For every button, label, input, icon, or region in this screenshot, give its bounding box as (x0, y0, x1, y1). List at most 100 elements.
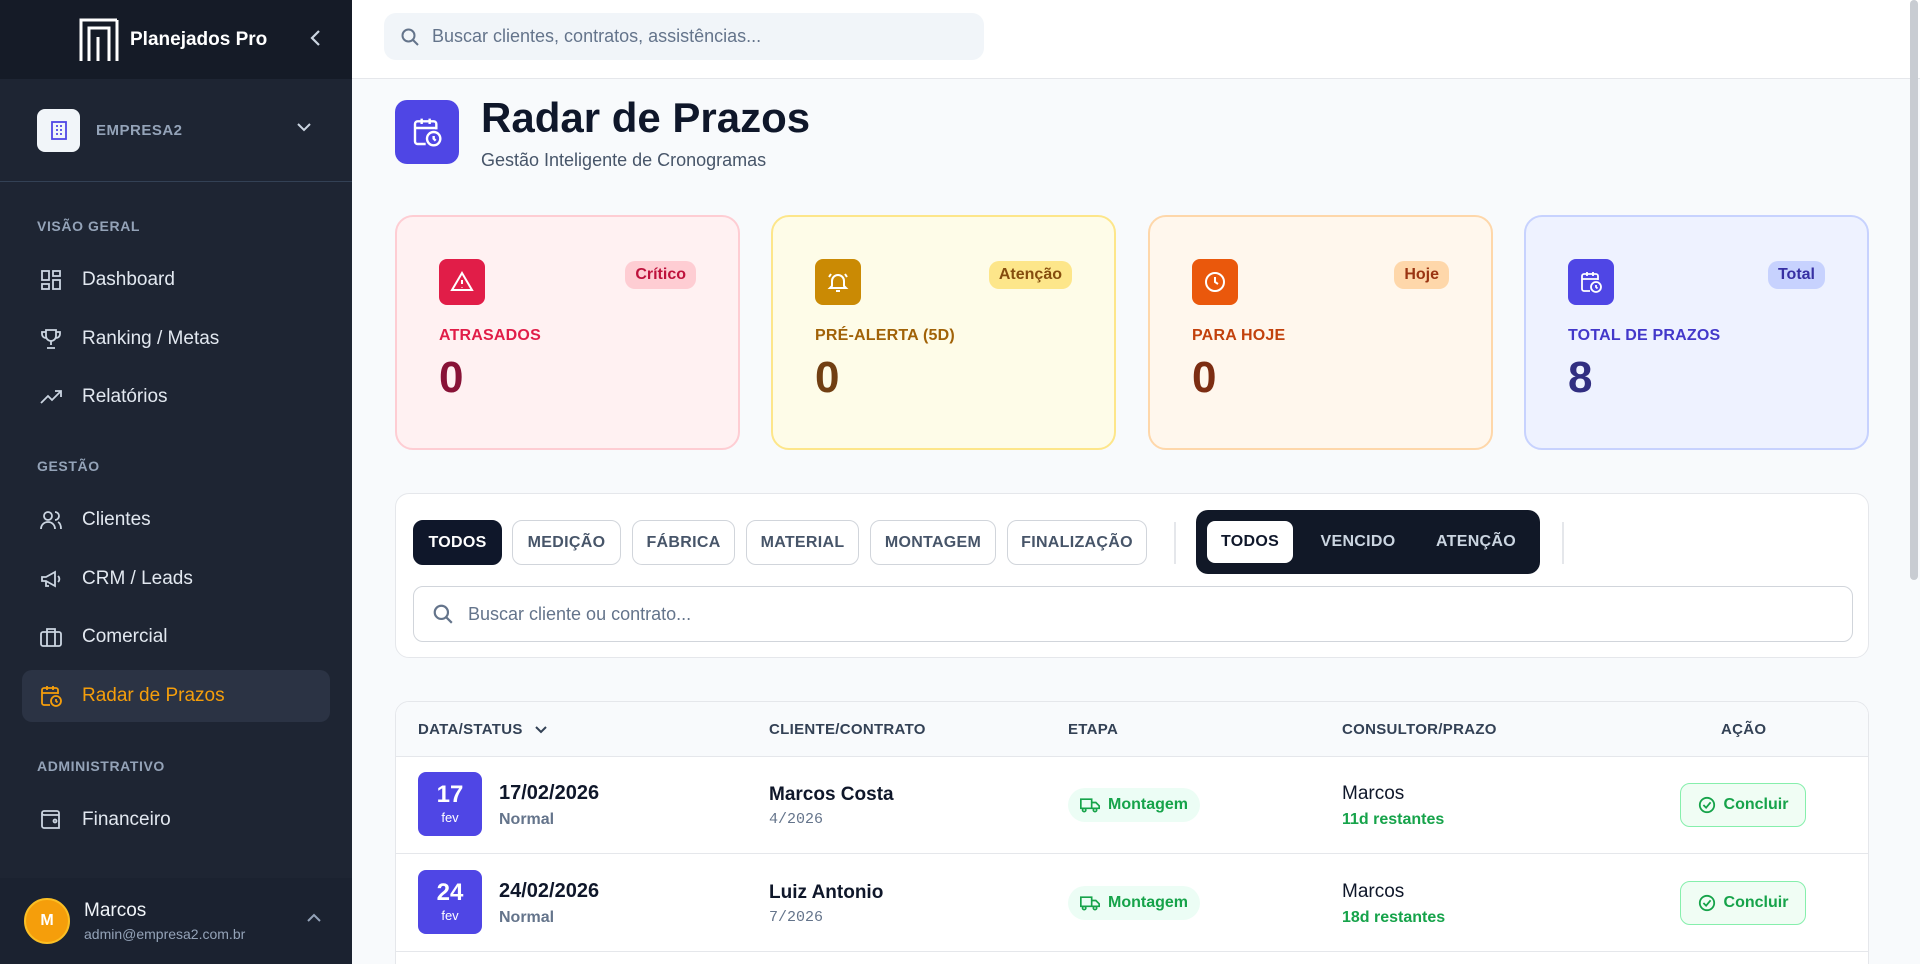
date-badge: 17 fev (418, 772, 482, 836)
column-header-data-status[interactable]: DATA/STATUS (418, 721, 547, 738)
sidebar-item-financeiro[interactable]: Financeiro (22, 794, 330, 846)
section-label-administrativo: ADMINISTRATIVO (37, 758, 165, 774)
deadline-date: 24/02/2026 (499, 880, 600, 902)
sidebar-item-label: Dashboard (82, 269, 175, 290)
filter-divider (1174, 522, 1176, 564)
status-badge: Total (1767, 261, 1825, 289)
date-day: 17 (436, 781, 464, 808)
check-circle-icon (1698, 894, 1715, 912)
date-day: 24 (436, 879, 464, 906)
section-label-visao-geral: VISÃO GERAL (37, 218, 141, 234)
status-filter-atencao[interactable]: ATENÇÃO (1418, 521, 1534, 563)
users-icon (38, 507, 64, 533)
global-search[interactable] (384, 13, 984, 60)
briefcase-icon (38, 624, 64, 650)
page-scrollbar[interactable] (1910, 0, 1918, 580)
conclude-label: Concluir (1723, 796, 1789, 813)
wallet-icon (38, 807, 64, 833)
calendar-clock-icon (395, 100, 459, 164)
conclude-button[interactable]: Concluir (1680, 783, 1806, 827)
sidebar-item-label: Relatórios (82, 386, 168, 407)
table-header: DATA/STATUS CLIENTE/CONTRATO ETAPA CONSU… (396, 702, 1868, 757)
deadline-status: Normal (499, 909, 555, 926)
topbar (352, 0, 1920, 79)
sidebar-header: Planejados Pro (0, 0, 352, 79)
user-profile[interactable]: M Marcos admin@empresa2.com.br (0, 878, 352, 964)
status-filter-todos[interactable]: TODOS (1207, 521, 1293, 563)
sidebar-item-crm[interactable]: CRM / Leads (22, 553, 330, 605)
consultant-name: Marcos (1342, 783, 1405, 804)
card-label: ATRASADOS (439, 327, 541, 344)
table-search[interactable] (413, 586, 1853, 642)
stage-badge: Montagem (1068, 886, 1200, 920)
page-header: Radar de Prazos Gestão Inteligente de Cr… (395, 94, 810, 171)
stage-badge: Montagem (1068, 788, 1200, 822)
filter-chip-material[interactable]: MATERIAL (746, 520, 859, 565)
sidebar-item-radar-de-prazos[interactable]: Radar de Prazos (22, 670, 330, 722)
remaining-days: 11d restantes (1342, 811, 1445, 828)
card-para-hoje: Hoje PARA HOJE 0 (1148, 215, 1493, 450)
conclude-label: Concluir (1723, 894, 1789, 911)
sidebar-item-label: Ranking / Metas (82, 328, 220, 349)
clock-icon (1192, 259, 1238, 305)
calendar-clock-icon (38, 683, 64, 709)
consultant-name: Marcos (1342, 881, 1405, 902)
sidebar-item-label: Comercial (82, 626, 168, 647)
sidebar-item-clientes[interactable]: Clientes (22, 494, 330, 546)
filter-chip-finalizacao[interactable]: FINALIZAÇÃO (1007, 520, 1147, 565)
sidebar-item-ranking[interactable]: Ranking / Metas (22, 313, 330, 365)
status-badge: Hoje (1394, 261, 1449, 289)
column-header-acao: AÇÃO (1721, 721, 1767, 738)
table-search-input[interactable] (468, 603, 1828, 625)
sidebar-item-label: Clientes (82, 509, 151, 530)
remaining-days: 18d restantes (1342, 909, 1446, 926)
check-circle-icon (1698, 796, 1715, 814)
contract-number: 7/2026 (769, 909, 824, 926)
chevron-down-icon (534, 725, 547, 733)
card-label: TOTAL DE PRAZOS (1568, 327, 1721, 344)
collapse-sidebar-icon[interactable] (304, 26, 328, 50)
column-header-cliente-contrato: CLIENTE/CONTRATO (769, 721, 926, 738)
date-badge: 24 fev (418, 870, 482, 934)
deadlines-table: DATA/STATUS CLIENTE/CONTRATO ETAPA CONSU… (395, 701, 1869, 964)
conclude-button[interactable]: Concluir (1680, 881, 1806, 925)
stage-label: Montagem (1108, 894, 1188, 911)
sidebar-item-label: Financeiro (82, 809, 171, 830)
avatar: M (24, 898, 70, 944)
filter-chip-medicao[interactable]: MEDIÇÃO (512, 520, 621, 565)
client-name: Luiz Antonio (769, 882, 884, 903)
date-month: fev (441, 810, 459, 825)
card-value: 0 (1192, 353, 1217, 402)
sidebar-item-relatorios[interactable]: Relatórios (22, 371, 330, 423)
trophy-icon (38, 326, 64, 352)
dashboard-icon (38, 267, 64, 293)
status-segmented-control: TODOS VENCIDO ATENÇÃO (1196, 510, 1540, 574)
column-header-consultor-prazo: CONSULTOR/PRAZO (1342, 721, 1497, 738)
filter-chip-montagem[interactable]: MONTAGEM (870, 520, 996, 565)
filter-chip-todos[interactable]: TODOS (413, 520, 502, 565)
company-selector[interactable]: EMPRESA2 (0, 79, 352, 182)
client-name: Marcos Costa (769, 784, 894, 805)
card-total-prazos: Total TOTAL DE PRAZOS 8 (1524, 215, 1869, 450)
company-name: EMPRESA2 (96, 121, 183, 139)
status-filter-vencido[interactable]: VENCIDO (1303, 521, 1413, 563)
app-title: Planejados Pro (130, 28, 268, 50)
building-icon (37, 108, 80, 152)
card-label: PARA HOJE (1192, 327, 1286, 344)
global-search-input[interactable] (432, 26, 952, 47)
sidebar: Planejados Pro EMPRESA2 VISÃO GERAL Dash… (0, 0, 352, 964)
filter-chip-fabrica[interactable]: FÁBRICA (632, 520, 735, 565)
filters-panel: TODOS MEDIÇÃO FÁBRICA MATERIAL MONTAGEM … (395, 493, 1869, 658)
contract-number: 4/2026 (769, 811, 824, 828)
card-label: PRÉ-ALERTA (5D) (815, 327, 955, 344)
megaphone-icon (38, 566, 64, 592)
trending-icon (38, 384, 64, 410)
page-subtitle: Gestão Inteligente de Cronogramas (481, 150, 767, 170)
section-label-gestao: GESTÃO (37, 458, 100, 474)
sidebar-item-dashboard[interactable]: Dashboard (22, 254, 330, 306)
sidebar-item-comercial[interactable]: Comercial (22, 611, 330, 663)
date-month: fev (441, 908, 459, 923)
status-badge: Atenção (988, 261, 1072, 289)
sidebar-item-label: CRM / Leads (82, 568, 193, 589)
alert-triangle-icon (439, 259, 485, 305)
